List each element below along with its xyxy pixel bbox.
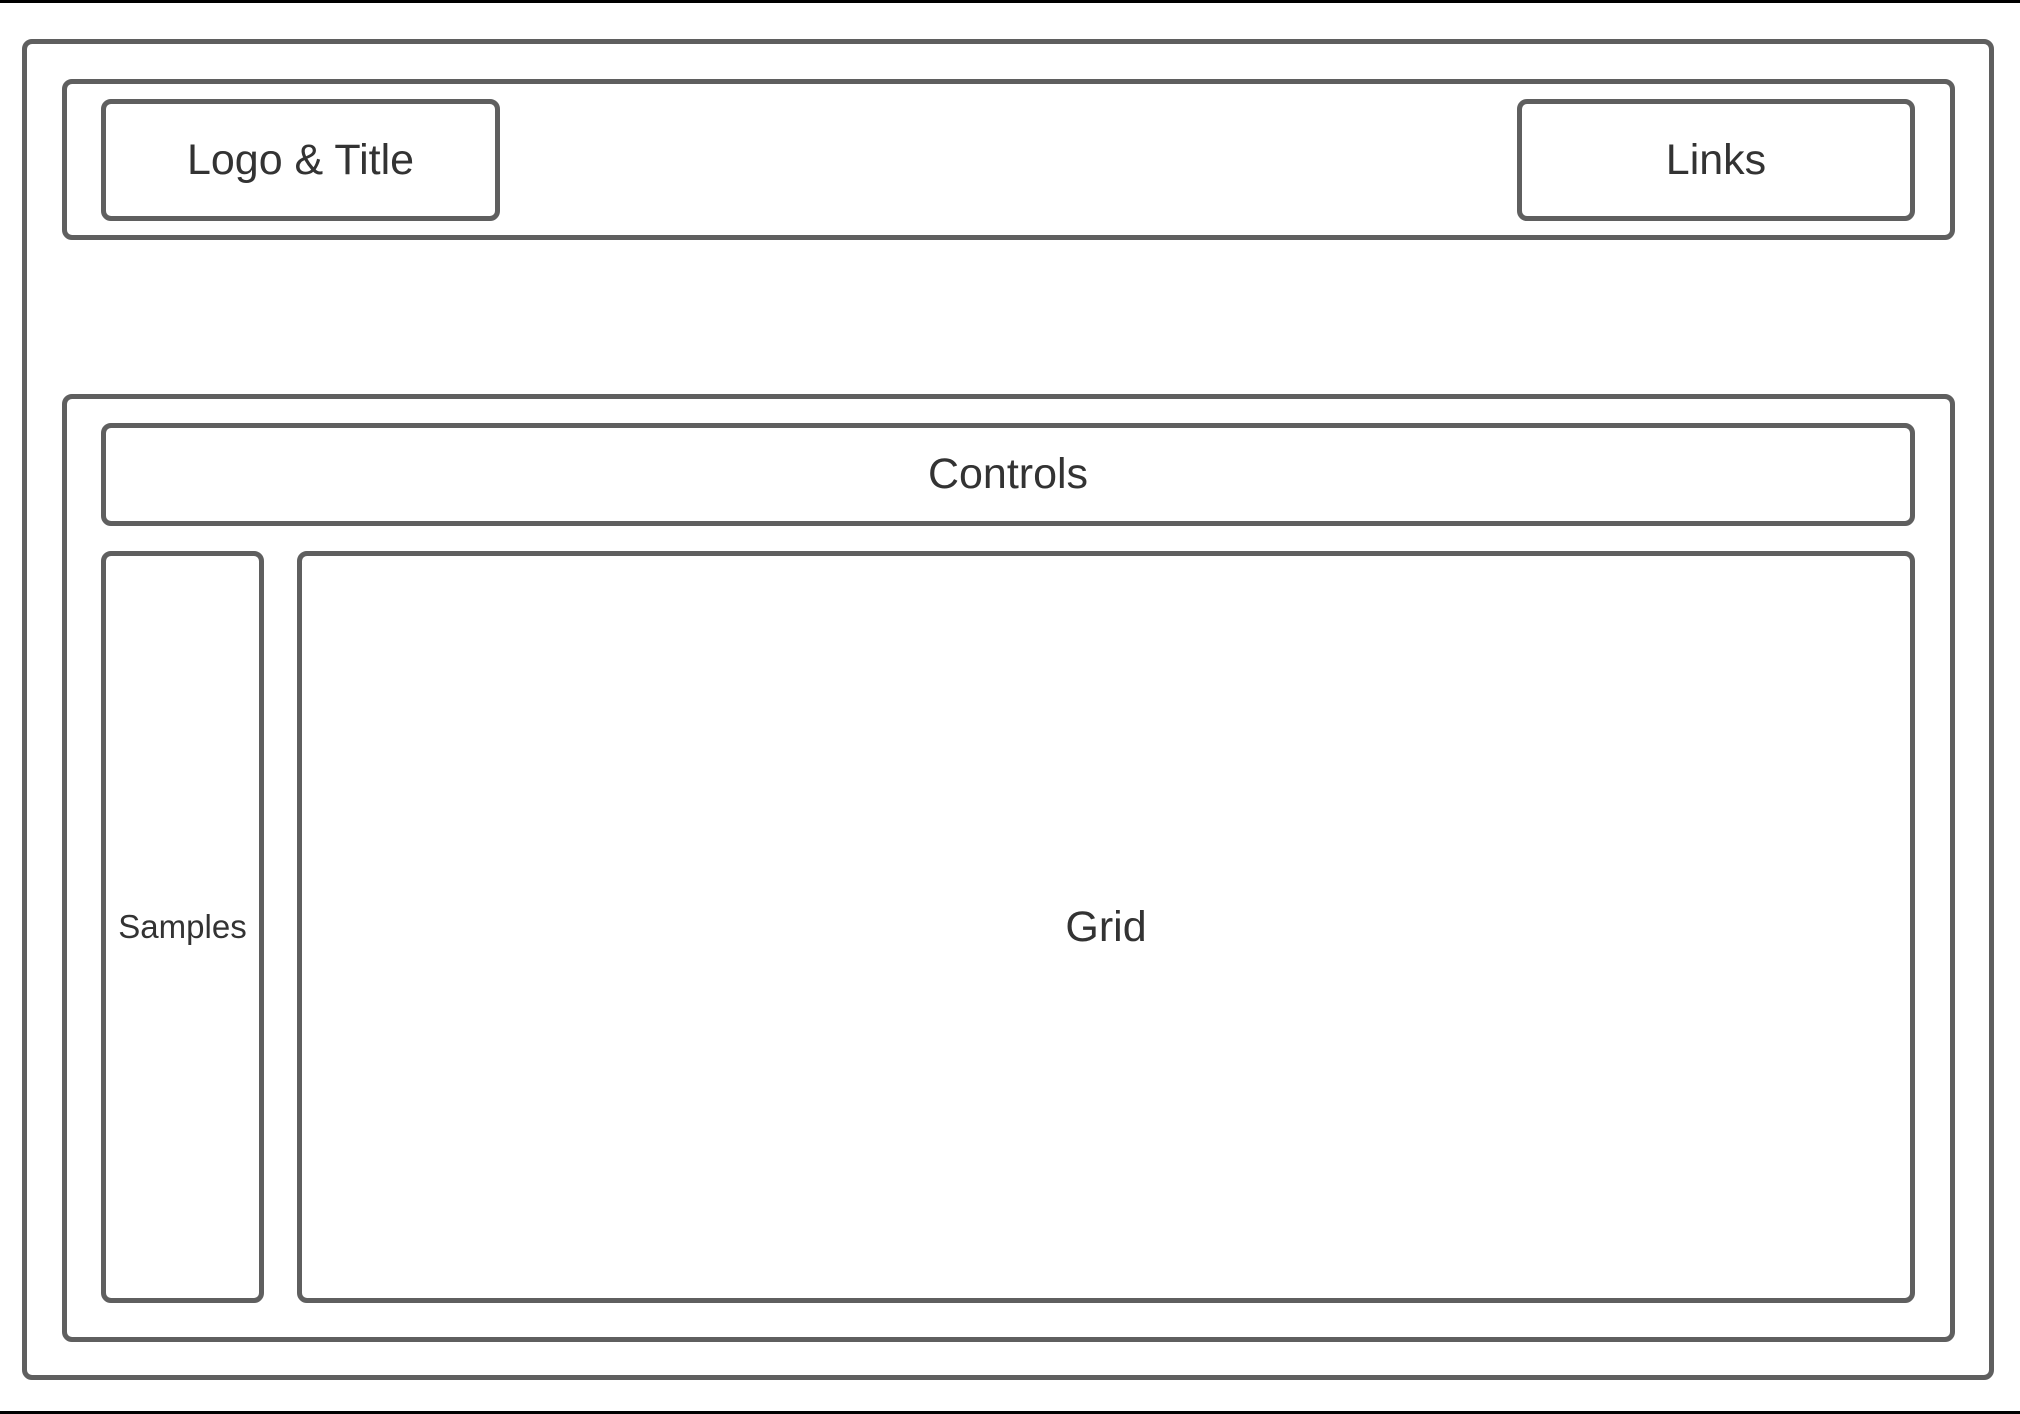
links-label: Links [1665, 135, 1767, 184]
links-box[interactable]: Links [1517, 99, 1915, 221]
logo-title-box[interactable]: Logo & Title [101, 99, 500, 221]
samples-box[interactable]: Samples [101, 551, 264, 1303]
controls-label: Controls [927, 450, 1089, 498]
logo-title-label: Logo & Title [186, 135, 415, 184]
top-edge [0, 0, 2020, 3]
grid-label: Grid [1065, 902, 1147, 951]
controls-box[interactable]: Controls [101, 423, 1915, 526]
samples-label: Samples [118, 908, 247, 945]
grid-box[interactable]: Grid [297, 551, 1915, 1303]
